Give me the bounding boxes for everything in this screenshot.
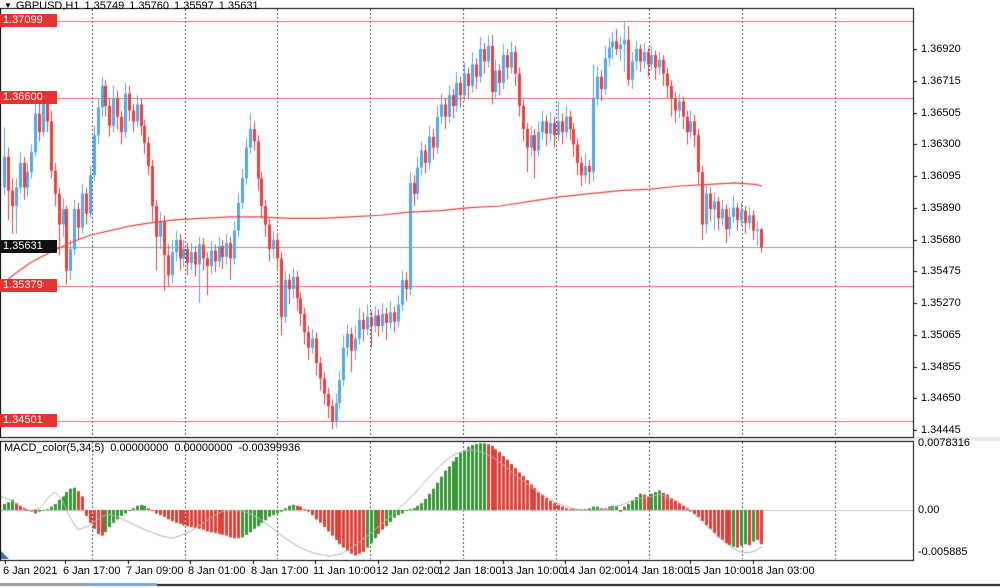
symbol-timeframe-label: GBPUSD,H1 [15,0,80,12]
ohlc-close: 1.35631 [218,0,259,12]
time-axis-label: 8 Jan 17:00 [251,565,309,577]
time-axis-label: 6 Jan 17:00 [63,565,121,577]
price-axis-tick: 1.36095 [921,170,961,182]
time-axis-label: 6 Jan 2021 [3,565,58,577]
price-axis-tick: 1.36505 [921,107,961,119]
price-axis-tick: 1.35270 [921,297,961,309]
chart-menu-dropdown-icon[interactable]: ▼ [4,1,12,10]
price-axis-tick: 1.35065 [921,329,961,341]
time-axis-label: 7 Jan 09:00 [126,565,184,577]
sr-price-box: 1.36600 [0,91,57,104]
price-axis-tick: 1.34445 [921,424,961,436]
price-axis-tick: 1.35475 [921,265,961,277]
macd-value-1: 0.00000000 [110,442,169,454]
time-axis-label: 12 Jan 18:00 [438,565,502,577]
sr-price-box: 1.37099 [0,14,57,27]
macd-name: MACD_color(5,34,5) [4,442,105,454]
price-axis-tick: 1.34650 [921,392,961,404]
macd-axis-max: 0.0078316 [918,437,970,449]
price-axis-tick: 1.36300 [921,138,961,150]
time-axis-label: 18 Jan 03:00 [751,565,815,577]
sr-price-box: 1.35379 [0,279,57,292]
macd-value-2: 0.00000000 [174,442,233,454]
price-axis-tick: 1.34855 [921,361,961,373]
macd-axis-min: -0.005885 [918,546,968,558]
current-price-box: 1.35631 [0,240,57,253]
time-axis-label: 14 Jan 02:00 [563,565,627,577]
macd-value-3: -0.00399936 [238,442,301,454]
chart-title: ▼ GBPUSD,H1 1.35749 1.35760 1.35597 1.35631 [4,0,264,12]
time-axis-label: 8 Jan 01:00 [188,565,246,577]
price-axis-tick: 1.36715 [921,75,961,87]
time-axis-label: 15 Jan 10:00 [688,565,752,577]
ohlc-high: 1.35760 [129,0,170,12]
macd-axis-zero: 0.00 [918,504,940,516]
ohlc-low: 1.35597 [174,0,214,12]
chart-canvas[interactable] [0,0,1000,588]
price-axis-tick: 1.35680 [921,234,961,246]
time-axis-label: 13 Jan 10:00 [501,565,565,577]
price-axis-tick: 1.36920 [921,43,961,55]
time-axis-label: 14 Jan 18:00 [626,565,690,577]
sr-price-box: 1.34501 [0,414,57,427]
trading-chart-window: ▼ GBPUSD,H1 1.35749 1.35760 1.35597 1.35631 M… [0,0,1000,588]
time-axis-label: 12 Jan 02:00 [376,565,440,577]
time-axis-label: 11 Jan 10:00 [313,565,376,577]
ohlc-open: 1.35749 [84,0,125,12]
price-axis-tick: 1.35890 [921,202,961,214]
macd-indicator-label: MACD_color(5,34,5) 0.00000000 0.00000000 -0… [4,442,306,454]
